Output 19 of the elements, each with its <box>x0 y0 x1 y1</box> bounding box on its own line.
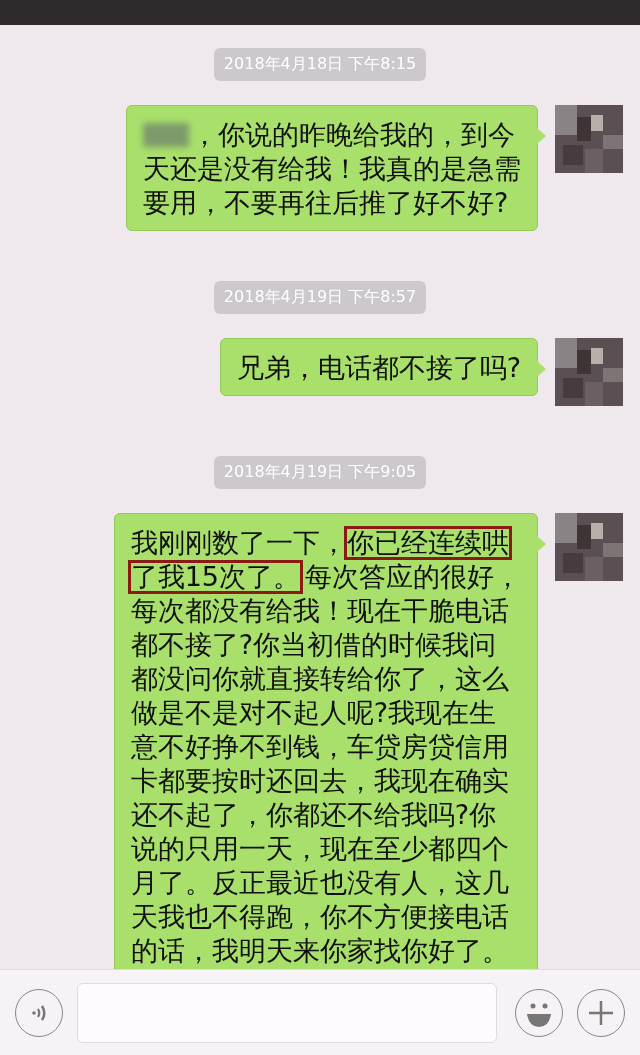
message-text: 还不起了，你都还不给我吗?你 <box>130 798 496 832</box>
message-text: 要用，不要再往后推了好不好? <box>143 186 509 220</box>
message-text: 每次答应的很好， <box>305 560 521 594</box>
message-text: 每次都没有给我！现在干脆电话 <box>130 594 509 628</box>
message-text: 月了。反正最近也没有人，这几 <box>130 866 509 900</box>
message-input[interactable] <box>77 982 497 1043</box>
message-text: 都没问你就直接转给你了，这么 <box>130 662 509 696</box>
message-text: 做是不是对不起人呢?我现在生 <box>130 696 496 730</box>
message-text: 都不接了?你当初借的时候我问 <box>130 628 496 662</box>
message-text: 的话，我明天来你家找你好了。 <box>130 934 509 968</box>
message-text: 卡都要按时还回去，我现在确实 <box>130 764 509 798</box>
message-text: 意不好挣不到钱，车贷房贷信用 <box>130 730 509 764</box>
message-text: 了我15次了。 <box>127 560 303 594</box>
message-text: ，你说的昨晚给我的，到今 <box>191 118 515 152</box>
message-text: 天我也不得跑，你不方便接电话 <box>130 900 509 934</box>
message-text: 你已经连续哄 <box>343 526 512 560</box>
message-text: 兄弟，电话都不接了吗? <box>236 351 521 385</box>
message-text: 说的只用一天，现在至少都四个 <box>130 832 509 866</box>
message-text: 天还是没有给我！我真的是急需 <box>143 152 521 186</box>
